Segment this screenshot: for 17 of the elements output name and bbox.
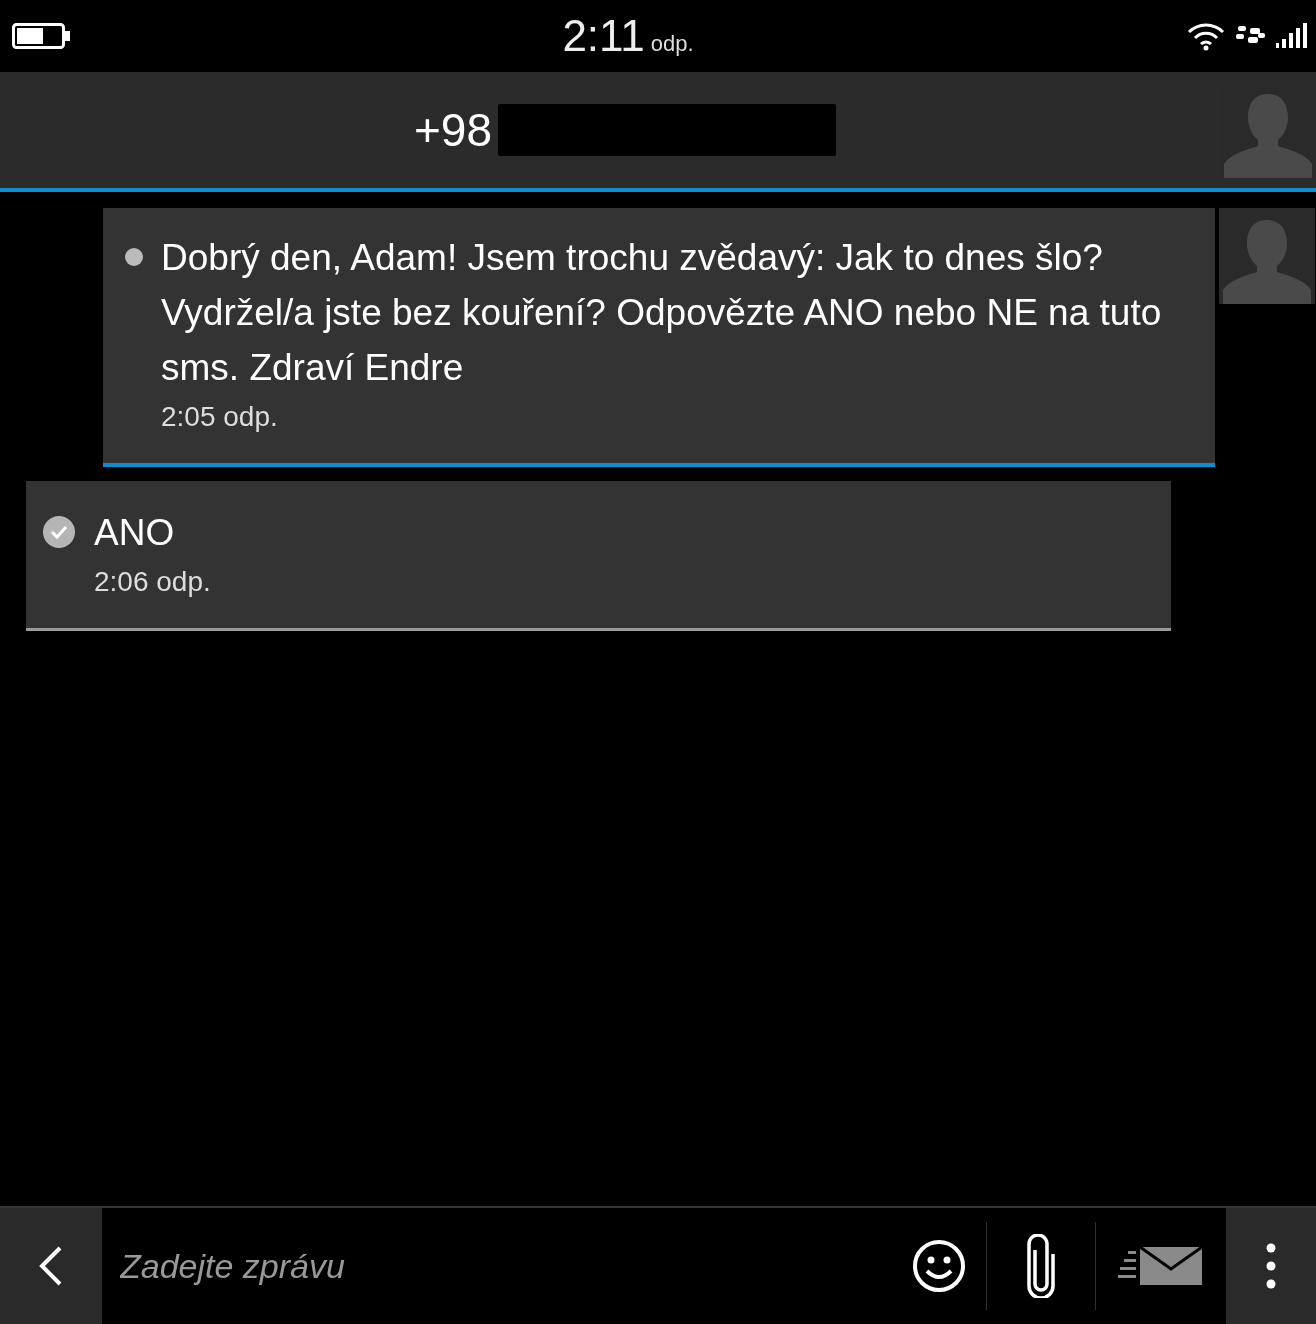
- clock-period: odp.: [650, 31, 694, 57]
- signal-icon: [1276, 23, 1308, 49]
- avatar-icon: [1218, 208, 1316, 304]
- message-text: ANO: [94, 511, 176, 555]
- clock-time: 2:11: [562, 11, 645, 61]
- back-button[interactable]: [0, 1208, 102, 1324]
- message-text: Dobrý den, Adam! Jsem trochu zvědavý: Jak to dnes šlo? Vydržel/a jste bez kouření? Odpovězte ANO nebo NE na tuto sms. Zdraví Endre: [161, 236, 1163, 390]
- message-bubble[interactable]: Dobrý den, Adam! Jsem trochu zvědavý: Jak to dnes šlo? Vydržel/a jste bez kouření? Odpovězte ANO nebo NE na tuto sms. Zdraví Endre 2:05 odp.: [103, 208, 1215, 467]
- paperclip-icon: [1025, 1234, 1057, 1298]
- battery-icon: [12, 23, 70, 49]
- more-icon: [1266, 1243, 1276, 1289]
- message-time: 2:05 odp.: [161, 401, 279, 433]
- message-time: 2:06 odp.: [94, 566, 211, 598]
- wifi-icon: [1186, 21, 1226, 51]
- smiley-icon: [912, 1239, 966, 1293]
- message-bubble[interactable]: ANO 2:06 odp.: [26, 481, 1171, 631]
- contact-number: +98: [414, 103, 492, 157]
